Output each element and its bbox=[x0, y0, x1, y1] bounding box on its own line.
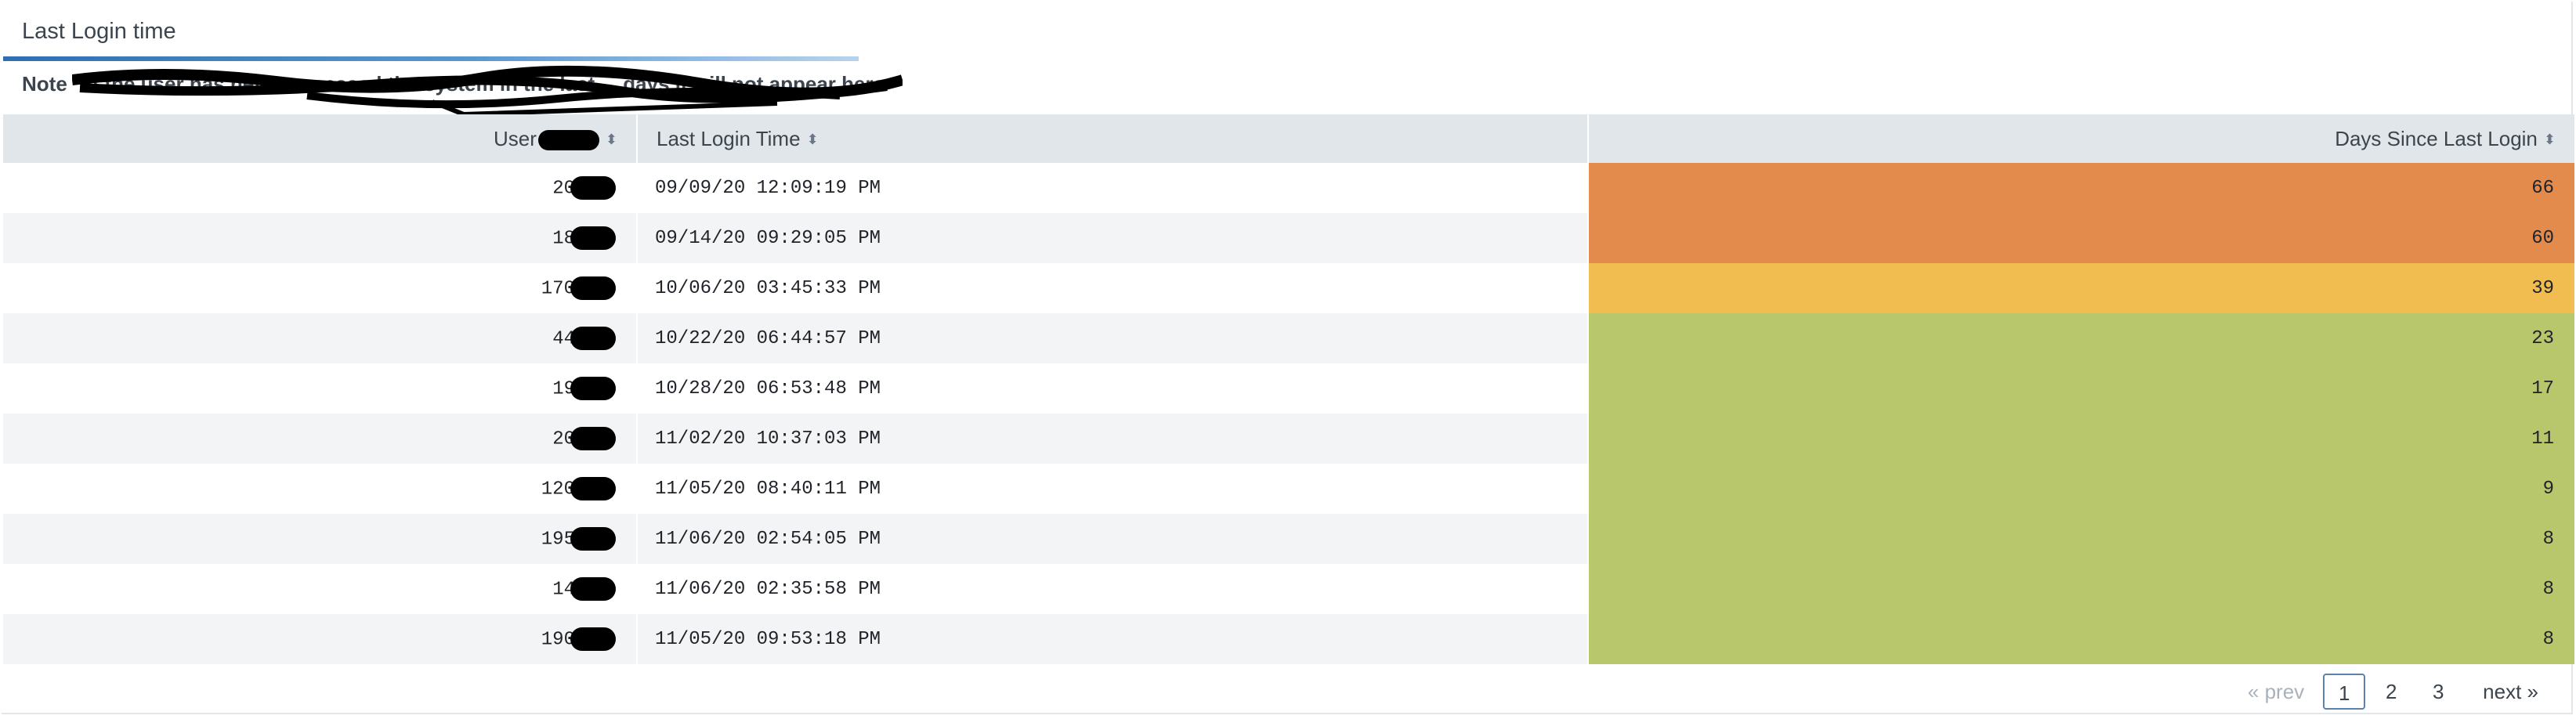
cell-user: 190 bbox=[3, 614, 638, 664]
column-header-user-label: User bbox=[494, 126, 537, 150]
cell-days-since-last-login: 66 bbox=[1588, 163, 2574, 213]
cell-last-login-time: 10/28/20 06:53:48 PM bbox=[637, 363, 1589, 414]
cell-user: 120 bbox=[3, 464, 638, 514]
cell-user: 195 bbox=[3, 514, 638, 564]
redaction-blot bbox=[570, 477, 616, 500]
cell-last-login-time: 11/05/20 08:40:11 PM bbox=[637, 464, 1589, 514]
cell-last-login-time: 11/06/20 02:35:58 PM bbox=[637, 564, 1589, 614]
redaction-blot bbox=[570, 527, 616, 551]
cell-user: 18 bbox=[3, 213, 638, 263]
column-header-days-since-last-login[interactable]: Days Since Last Login ⬍ bbox=[1588, 114, 2574, 163]
table-row[interactable]: 190 11/05/20 09:53:18 PM 8 bbox=[3, 614, 2574, 664]
sort-icon[interactable]: ⬍ bbox=[2544, 132, 2556, 148]
column-header-user[interactable]: User ⬍ bbox=[3, 114, 638, 163]
table-header-row: User ⬍ Last Login Time ⬍ Days Since Last L… bbox=[3, 114, 2574, 163]
pagination: « prev 1 2 3 next » bbox=[2248, 674, 2538, 710]
cell-days-since-last-login: 8 bbox=[1588, 514, 2574, 564]
column-header-last-login-time[interactable]: Last Login Time ⬍ bbox=[637, 114, 1589, 163]
cell-last-login-time: 11/05/20 09:53:18 PM bbox=[637, 614, 1589, 664]
cell-last-login-time: 09/09/20 12:09:19 PM bbox=[637, 163, 1589, 213]
cell-days-since-last-login: 8 bbox=[1588, 614, 2574, 664]
table-row[interactable]: 44 10/22/20 06:44:57 PM 23 bbox=[3, 313, 2574, 363]
cell-user: 170 bbox=[3, 263, 638, 313]
cell-last-login-time: 11/02/20 10:37:03 PM bbox=[637, 414, 1589, 464]
pagination-prev[interactable]: « prev bbox=[2248, 680, 2304, 704]
cell-user: 19 bbox=[3, 363, 638, 414]
cell-last-login-time: 10/22/20 06:44:57 PM bbox=[637, 313, 1589, 363]
redaction-blot bbox=[570, 427, 616, 450]
table-row[interactable]: 18 09/14/20 09:29:05 PM 60 bbox=[3, 213, 2574, 263]
redaction-blot bbox=[537, 129, 599, 150]
dashboard-panel: Last Login time Note * If the user has n… bbox=[2, 2, 2574, 714]
pagination-next[interactable]: next » bbox=[2483, 680, 2538, 704]
cell-days-since-last-login: 11 bbox=[1588, 414, 2574, 464]
redaction-blot bbox=[570, 377, 616, 400]
cell-days-since-last-login: 60 bbox=[1588, 213, 2574, 263]
redaction-blot bbox=[570, 176, 616, 200]
table-row[interactable]: 195 11/06/20 02:54:05 PM 8 bbox=[3, 514, 2574, 564]
cell-days-since-last-login: 23 bbox=[1588, 313, 2574, 363]
table-row[interactable]: 170 10/06/20 03:45:33 PM 39 bbox=[3, 263, 2574, 313]
sort-icon[interactable]: ⬍ bbox=[606, 132, 617, 148]
redaction-blot bbox=[570, 276, 616, 300]
pagination-page-3[interactable]: 3 bbox=[2417, 674, 2459, 710]
pagination-page-2[interactable]: 2 bbox=[2370, 674, 2412, 710]
redaction-blot bbox=[570, 226, 616, 250]
table-row[interactable]: 20 09/09/20 12:09:19 PM 66 bbox=[3, 163, 2574, 213]
cell-user: 14 bbox=[3, 564, 638, 614]
sort-icon[interactable]: ⬍ bbox=[807, 132, 819, 148]
cell-last-login-time: 10/06/20 03:45:33 PM bbox=[637, 263, 1589, 313]
table-row[interactable]: 19 10/28/20 06:53:48 PM 17 bbox=[3, 363, 2574, 414]
redaction-blot bbox=[570, 577, 616, 601]
column-header-days-label: Days Since Last Login bbox=[2335, 126, 2538, 150]
cell-days-since-last-login: 8 bbox=[1588, 564, 2574, 614]
cell-user: 20 bbox=[3, 163, 638, 213]
cell-last-login-time: 09/14/20 09:29:05 PM bbox=[637, 213, 1589, 263]
table-row[interactable]: 120 11/05/20 08:40:11 PM 9 bbox=[3, 464, 2574, 514]
cell-days-since-last-login: 9 bbox=[1588, 464, 2574, 514]
panel-title: Last Login time bbox=[22, 19, 176, 44]
column-header-time-label: Last Login Time bbox=[657, 126, 801, 150]
table-row[interactable]: 14 11/06/20 02:35:58 PM 8 bbox=[3, 564, 2574, 614]
redaction-blot bbox=[570, 627, 616, 651]
redaction-scribble bbox=[72, 65, 903, 117]
cell-last-login-time: 11/06/20 02:54:05 PM bbox=[637, 514, 1589, 564]
pagination-page-1[interactable]: 1 bbox=[2323, 674, 2366, 710]
redaction-blot bbox=[570, 327, 616, 350]
panel-title-underline bbox=[3, 56, 859, 61]
cell-user: 20 bbox=[3, 414, 638, 464]
table-row[interactable]: 20 11/02/20 10:37:03 PM 11 bbox=[3, 414, 2574, 464]
cell-days-since-last-login: 39 bbox=[1588, 263, 2574, 313]
cell-user: 44 bbox=[3, 313, 638, 363]
cell-days-since-last-login: 17 bbox=[1588, 363, 2574, 414]
last-login-table: User ⬍ Last Login Time ⬍ Days Since Last L… bbox=[3, 114, 2574, 664]
